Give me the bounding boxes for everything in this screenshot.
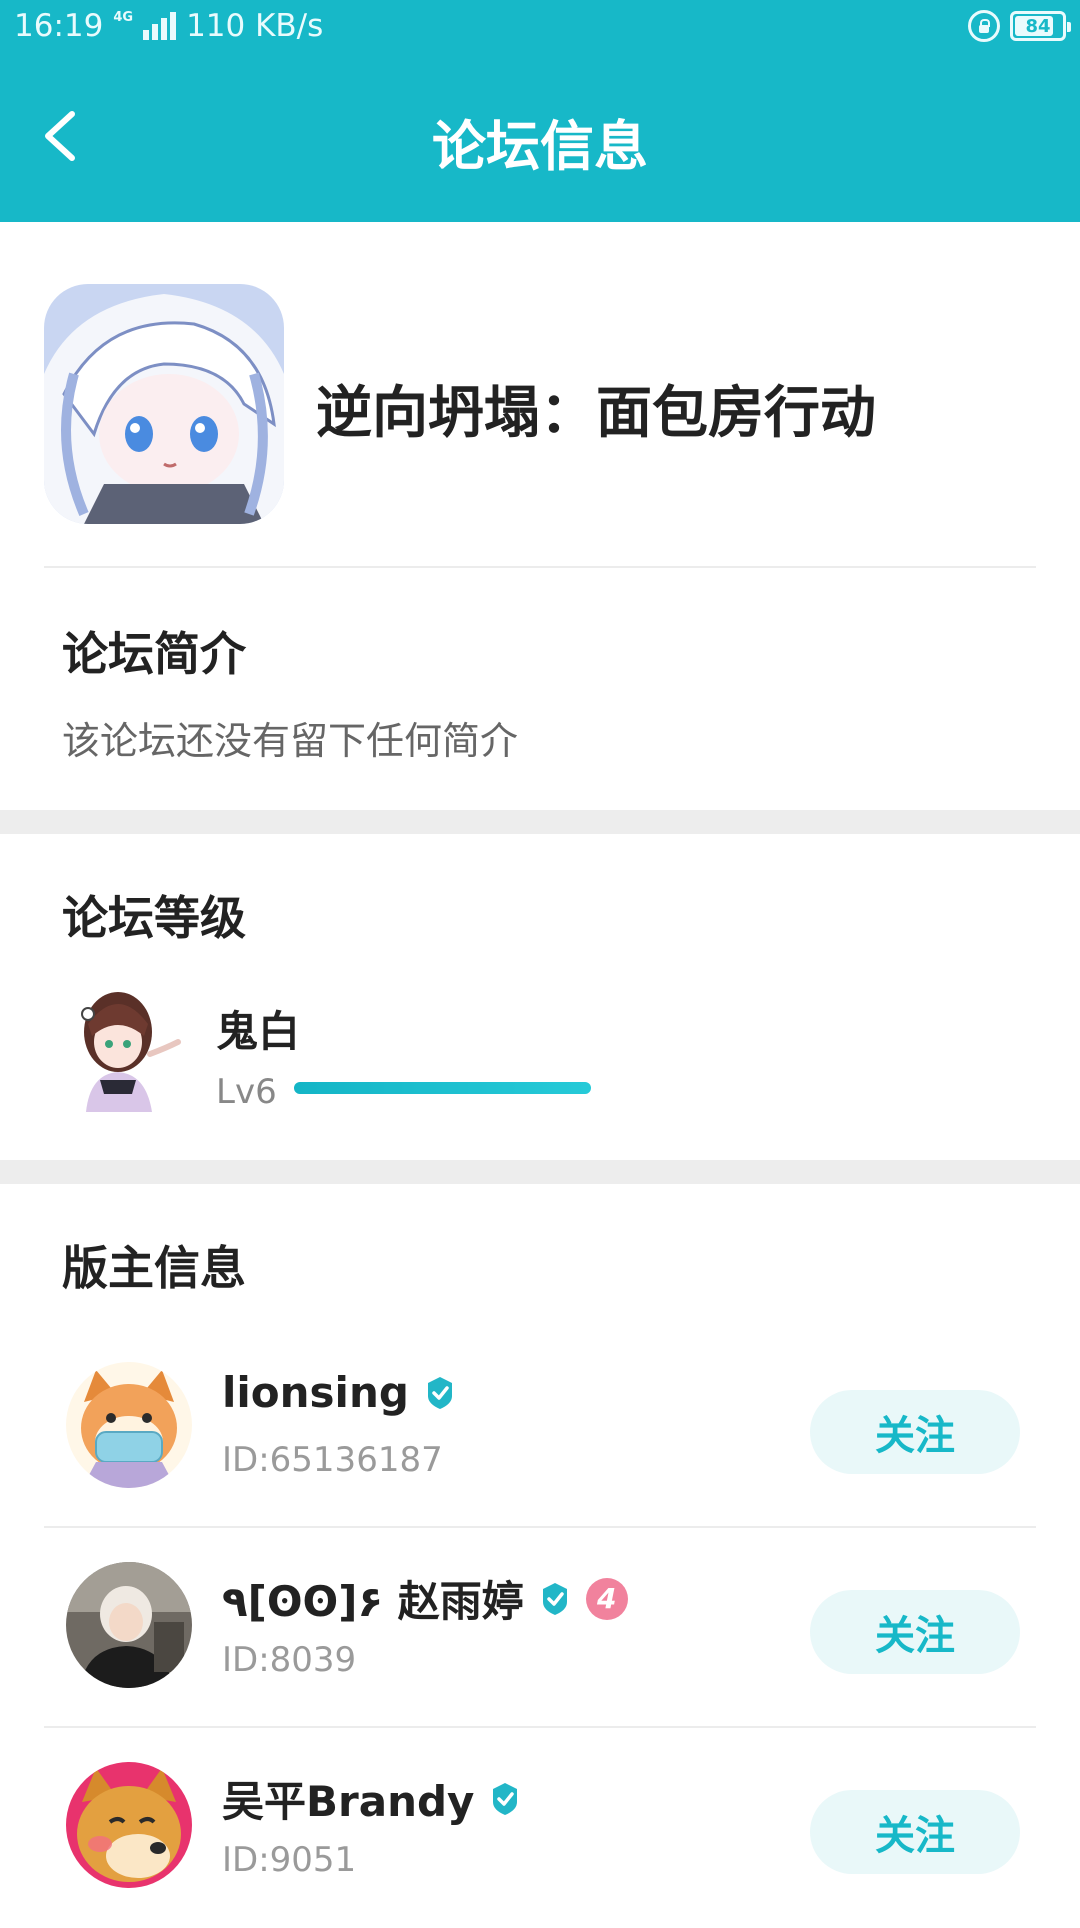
header-divider: [44, 566, 1036, 568]
follow-button[interactable]: 关注: [810, 1590, 1020, 1674]
network-speed: 110 KB/s: [186, 8, 324, 44]
intro-title: 论坛简介: [62, 627, 246, 681]
page-title: 论坛信息: [432, 115, 648, 178]
moderator-row[interactable]: 吴平Brandy ID:9051 关注: [0, 1728, 1080, 1928]
battery-level: 84: [1025, 15, 1051, 37]
rotation-lock-icon: [968, 10, 1000, 42]
moderators-title: 版主信息: [62, 1241, 246, 1295]
verified-icon: [493, 1782, 518, 1815]
app-bar: 论坛信息: [0, 56, 1080, 222]
moderator-id: ID:9051: [222, 1840, 357, 1880]
moderator-name-line: ٩[ʘʘ]۶ 赵雨婷 4: [222, 1568, 628, 1629]
moderator-row[interactable]: lionsing ID:65136187 关注: [0, 1328, 1080, 1528]
status-left: 16:19 4G 110 KB/s: [14, 8, 323, 44]
user-avatar[interactable]: [66, 984, 186, 1114]
follow-button[interactable]: 关注: [810, 1390, 1020, 1474]
moderator-row[interactable]: ٩[ʘʘ]۶ 赵雨婷 4 ID:8039 关注: [0, 1528, 1080, 1728]
moderator-name-line: 吴平Brandy: [222, 1768, 522, 1829]
moderator-avatar[interactable]: [66, 1562, 192, 1688]
moderator-id: ID:8039: [222, 1640, 357, 1680]
moderator-name: lionsing: [222, 1368, 409, 1417]
moderator-avatar[interactable]: [66, 1762, 192, 1888]
moderator-id: ID:65136187: [222, 1440, 443, 1480]
status-time: 16:19: [14, 8, 104, 44]
verified-icon: [427, 1376, 452, 1409]
moderator-name-line: lionsing: [222, 1368, 457, 1417]
verified-icon: [542, 1582, 567, 1615]
section-separator: [0, 1160, 1080, 1184]
forum-icon: [44, 284, 284, 524]
forum-name: 逆向坍塌：面包房行动: [316, 381, 876, 446]
level-user-name: 鬼白: [216, 1007, 301, 1056]
intro-text: 该论坛还没有留下任何简介: [62, 719, 519, 763]
level-progress-bar: [294, 1082, 591, 1094]
status-right: 84: [968, 10, 1071, 42]
section-separator: [0, 810, 1080, 834]
level-badge: 4: [585, 1577, 628, 1620]
battery-icon: 84: [1010, 11, 1071, 41]
level-title: 论坛等级: [62, 891, 246, 945]
level-progress-fill: [294, 1082, 591, 1094]
status-bar: 16:19 4G 110 KB/s 84: [0, 0, 1080, 56]
forum-header: 逆向坍塌：面包房行动: [0, 222, 1080, 568]
signal-icon: [143, 12, 177, 40]
network-type: 4G: [113, 10, 134, 25]
moderator-avatar[interactable]: [66, 1362, 192, 1488]
follow-button[interactable]: 关注: [810, 1790, 1020, 1874]
moderator-name: 吴平Brandy: [222, 1777, 475, 1826]
level-label: Lv6: [216, 1072, 277, 1112]
moderator-name: ٩[ʘʘ]۶ 赵雨婷: [222, 1577, 524, 1626]
